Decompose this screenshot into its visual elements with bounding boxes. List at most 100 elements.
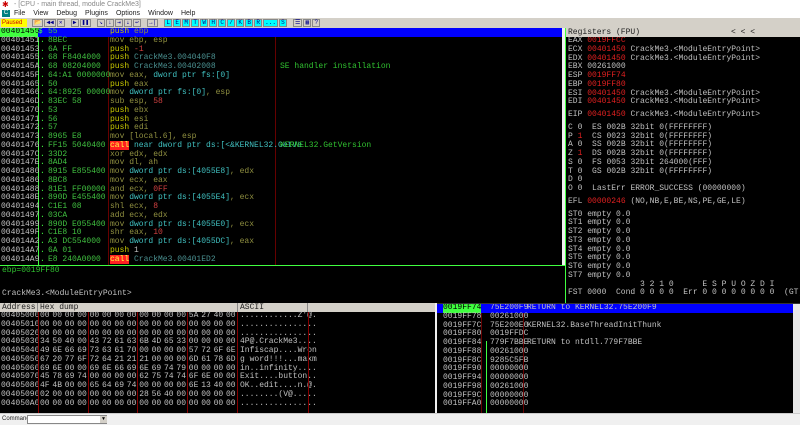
stack-value: 00000000	[490, 399, 529, 409]
disasm-row[interactable]: 00401450 ┌$ 55 push ebp	[0, 28, 562, 37]
dump-row[interactable]: 004050A0 00 00 00 00 00 00 00 00 00 00 00 00 00 00 00 00…	[0, 398, 435, 409]
toolbar-button[interactable]: ↩	[132, 19, 141, 27]
disasm-row[interactable]: 0040145F. 64:A1 0000000 mov eax, dword ptr…	[0, 70, 562, 81]
toolbar-button[interactable]: ↘	[96, 19, 105, 27]
menu-view[interactable]: View	[33, 9, 48, 18]
window-button-1[interactable]: E	[173, 19, 182, 27]
window-button-11[interactable]: ...	[263, 19, 278, 27]
window-button-3[interactable]: T	[191, 19, 200, 27]
toolbar-extra-button[interactable]: ▦	[303, 19, 312, 27]
toolbar: Paused 📂 ◀◀ ✕ ▶ ❚❚ ↘ ↓ ⇥ ⇣ ↩ →| L E M T W H C / K B R... S ☰ ▦?	[0, 18, 800, 28]
asm-token: , eax	[230, 237, 255, 246]
ollydbg-bug-icon: ✱	[2, 0, 9, 9]
toolbar-extra-button[interactable]: ☰	[292, 19, 303, 27]
stack-pane[interactable]: 0019FF74 75E200F9 RETURN to KERNEL32.75E20…	[437, 303, 800, 413]
window-button-8[interactable]: K	[236, 19, 245, 27]
asm-token: mov dl, ah	[110, 158, 159, 168]
disassembly-pane[interactable]: 00401450 ┌$ 55 push ebp 00401451. 8BEC mov ebp…	[0, 28, 562, 265]
flag-row[interactable]: O 0 LastErr ERROR_SUCCESS (00000000)	[566, 184, 800, 194]
hex-dump-pane[interactable]: Address Hex dump ASCII 00405000 00 00 00 00 0…	[0, 303, 435, 413]
flag-row[interactable]: T 0 GS 002B 32bit 0(FFFFFFFF)	[566, 167, 800, 177]
disasm-row[interactable]: 00401471. 56 push esi	[0, 114, 562, 125]
register-view-arrows[interactable]: < < <	[731, 28, 755, 37]
registers-header[interactable]: Registers (FPU) < < <	[566, 28, 800, 37]
asm-token: push	[110, 79, 135, 89]
asm-token: 8	[153, 202, 159, 211]
disasm-row[interactable]: 0040147C. 33D2 xor edx, edx	[0, 150, 562, 160]
asm-token: 0FF	[153, 184, 168, 194]
window-button-10[interactable]: R	[254, 19, 263, 27]
register-name: EIP	[568, 110, 583, 119]
toolbar-button[interactable]: ◀◀	[44, 19, 56, 27]
window-button-0[interactable]: L	[164, 19, 173, 27]
toolbar-button[interactable]: →|	[146, 19, 159, 27]
asm-token: push	[110, 62, 135, 71]
toolbar-button[interactable]: 📂	[32, 19, 44, 27]
toolbar-extra-button[interactable]: ?	[312, 19, 321, 27]
asm-token: add ecx, edx	[110, 210, 168, 220]
dump-ascii: ................	[240, 398, 317, 408]
register-name: EDX	[568, 53, 583, 63]
disasm-row[interactable]: 0040148E. 890D E455400 mov dword ptr ds:[4…	[0, 193, 562, 203]
menu-options[interactable]: Options	[116, 9, 140, 18]
toolbar-button[interactable]: ⇥	[114, 19, 123, 27]
toolbar-button[interactable]: ▶	[70, 19, 79, 27]
column-divider	[186, 312, 188, 413]
menu-file[interactable]: File	[14, 9, 25, 18]
register-row[interactable]: EDI 00401450 CrackMe3.<ModuleEntryPoint>	[566, 97, 800, 107]
command-dropdown-button[interactable]: ▼	[100, 416, 107, 423]
disasm-row[interactable]: 00401466. 64:8925 00000 mov dword ptr fs:[…	[0, 88, 562, 98]
disasm-row[interactable]: 00401451. 8BEC mov ebp, esp	[0, 36, 562, 46]
menu-window[interactable]: Window	[148, 9, 173, 18]
stack-row[interactable]: 0019FFA0 00000000	[437, 399, 800, 409]
disasm-row[interactable]: 004014A9. E8 240A0000 call CrackMe3.00401E…	[0, 254, 562, 265]
asm-token: shr eax,	[110, 228, 154, 238]
menu-debug[interactable]: Debug	[56, 9, 77, 18]
window-button-2[interactable]: M	[182, 19, 191, 27]
register-value: 00401450	[587, 110, 626, 119]
toolbar-button[interactable]: ⇣	[123, 19, 132, 27]
cpu-window-icon[interactable]: C	[2, 10, 10, 17]
asm-token: edi	[134, 123, 149, 133]
disasm-row[interactable]: 00401499. 890D E055400 mov dword ptr ds:[4…	[0, 219, 562, 230]
menu-help[interactable]: Help	[181, 9, 195, 18]
dump-byte: 00	[64, 398, 75, 408]
disasm-row[interactable]: 00401470. 53 push ebx	[0, 106, 562, 116]
asm-token: 1	[134, 245, 139, 255]
dump-byte: 00	[139, 398, 149, 408]
dump-byte: 00	[102, 398, 112, 408]
disasm-row[interactable]: 00401480. 8915 E855400 mov dword ptr ds:[4…	[0, 167, 562, 177]
disasm-row[interactable]: 00401476. FF15 5040400 call near dword ptr…	[0, 140, 562, 151]
toolbar-button[interactable]: ❚❚	[79, 19, 91, 27]
toolbar-button[interactable]: ↓	[105, 19, 114, 27]
register-value: 00401450	[587, 53, 626, 63]
window-button-5[interactable]: H	[209, 19, 218, 27]
registers-pane[interactable]: Registers (FPU) < < < EAX 0019FFCC ECX 00…	[565, 28, 800, 305]
window-button-12[interactable]: S	[278, 19, 287, 27]
dump-byte: 00	[213, 398, 224, 408]
stack-scrollbar[interactable]	[793, 304, 800, 413]
segment-info: DS 002B 32bit 0(FFFFFFFF)	[592, 149, 713, 158]
register-name: ESP	[568, 71, 583, 80]
disasm-row[interactable]: 0040146D. 83EC 58 sub esp, 58	[0, 97, 562, 107]
flag-value: 0	[577, 122, 583, 132]
toolbar-button[interactable]: ✕	[56, 19, 65, 27]
asm-token: , ecx	[230, 219, 255, 229]
window-button-6[interactable]: C	[218, 19, 227, 27]
register-value: 00401450	[587, 44, 626, 54]
dump-byte: 00	[40, 398, 50, 408]
command-bar: Command : ▼	[0, 413, 800, 425]
asm-token: push	[110, 114, 135, 124]
window-button-4[interactable]: W	[200, 19, 209, 27]
command-input[interactable]	[27, 415, 107, 424]
disasm-row[interactable]: 00401472. 57 push edi	[0, 123, 562, 133]
window-button-7[interactable]: /	[227, 19, 236, 27]
register-comment: CrackMe3.<ModuleEntryPoint>	[630, 97, 761, 107]
disasm-row[interactable]: 00401494. C1E1 08 shl ecx, 8	[0, 202, 562, 212]
asm-token: mov	[110, 237, 130, 246]
menu-plugins[interactable]: Plugins	[85, 9, 108, 18]
disasm-row[interactable]: 004014A2. A3 DC554000 mov dword ptr ds:[40…	[0, 237, 562, 247]
window-button-9[interactable]: B	[245, 19, 254, 27]
register-name: EAX	[568, 36, 583, 45]
asm-token: dword ptr fs:[0]	[153, 70, 231, 80]
